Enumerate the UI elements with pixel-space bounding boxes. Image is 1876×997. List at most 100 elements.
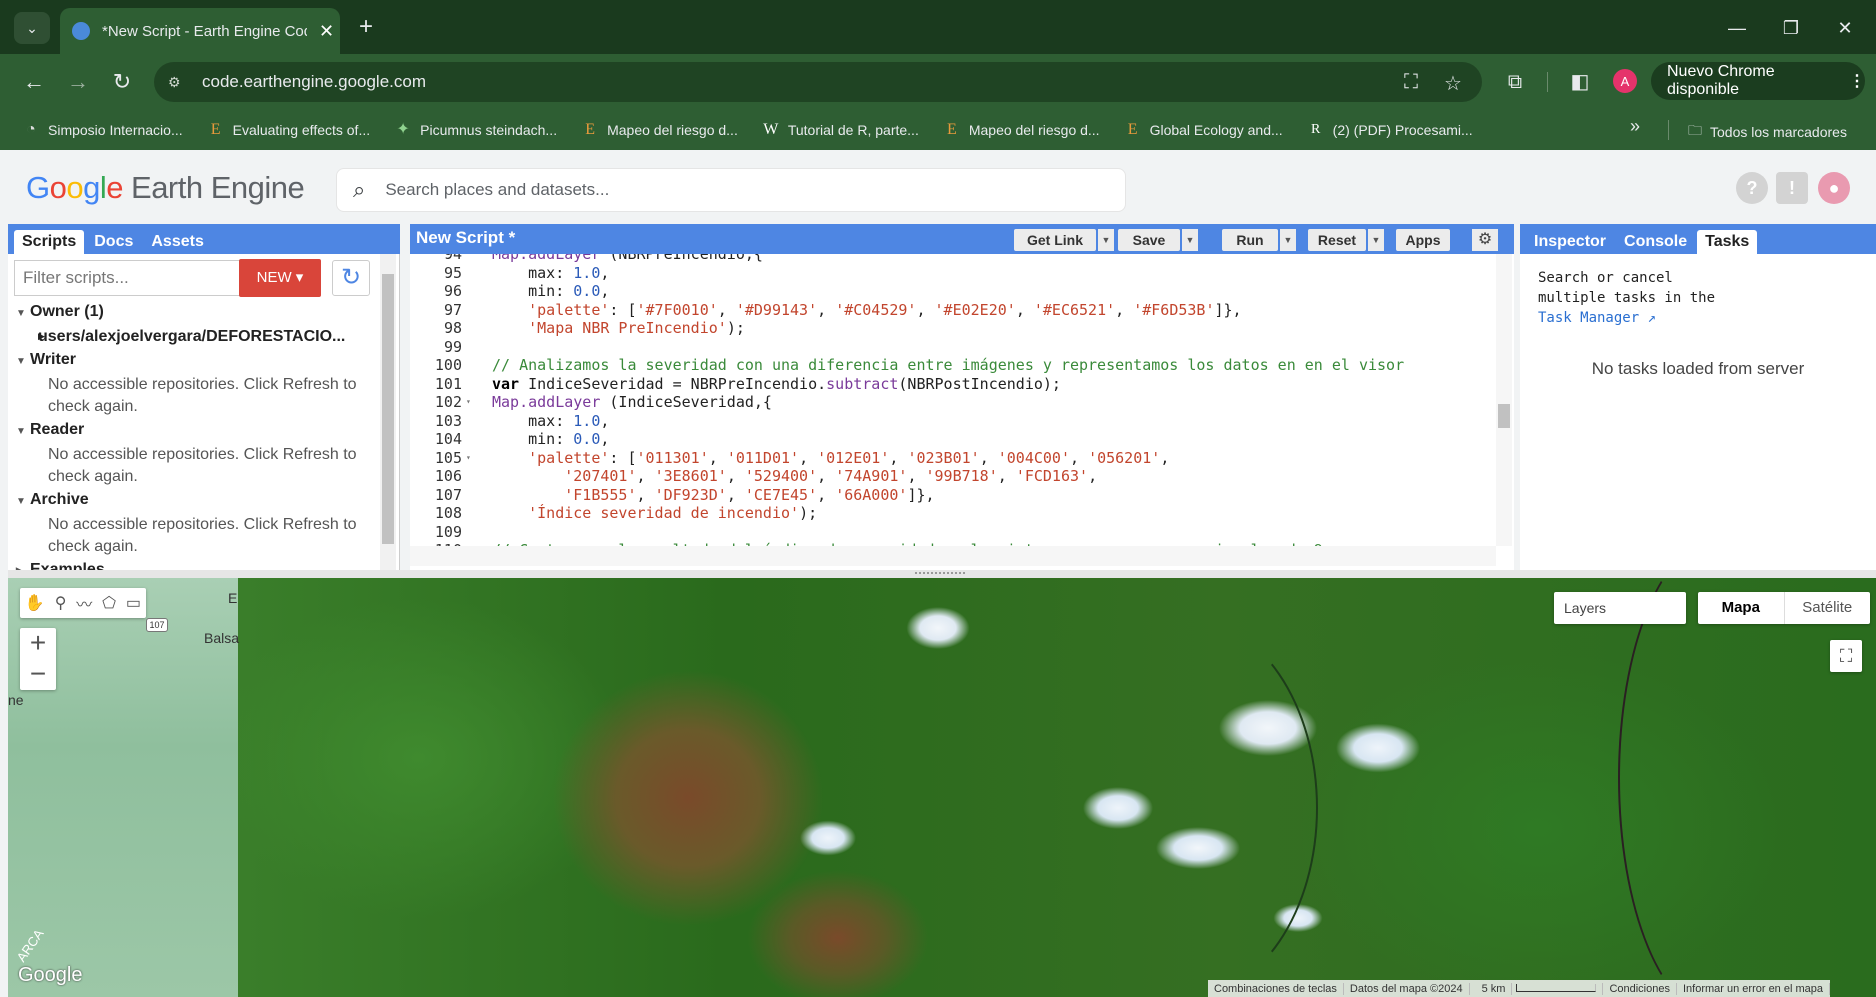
code-line[interactable]: 97 'palette': ['#7F0010', '#D99143', '#C… xyxy=(410,301,1496,320)
run-button[interactable]: Run xyxy=(1222,229,1278,251)
caret-right-icon[interactable]: ▶ xyxy=(38,331,45,342)
bookmark-item[interactable]: E Mapeo del riesgo d... xyxy=(943,121,1100,139)
bookmark-item[interactable]: R (2) (PDF) Procesami... xyxy=(1307,121,1473,139)
tree-node[interactable]: ▼ Writer xyxy=(16,350,376,370)
code-area[interactable]: 94 Map.addLayer (NBRPreIncendio,{95 max: … xyxy=(410,254,1496,546)
fold-caret-icon[interactable]: ▾ xyxy=(466,449,476,468)
chrome-update-chip[interactable]: Nuevo Chrome disponible ⋮ xyxy=(1651,62,1865,100)
tree-node[interactable]: ▼ Archive xyxy=(16,490,376,510)
code-line[interactable]: 102 ▾ Map.addLayer (IndiceSeveridad,{ xyxy=(410,393,1496,412)
user-avatar[interactable]: ● xyxy=(1818,172,1850,204)
tab-scripts[interactable]: Scripts xyxy=(14,230,85,254)
side-panel-icon[interactable]: ◧ xyxy=(1566,68,1594,96)
map-type-satellite-button[interactable]: Satélite xyxy=(1783,592,1871,624)
profile-avatar[interactable]: A xyxy=(1613,69,1637,93)
address-bar[interactable]: ⚙ code.earthengine.google.com ⛶ ☆ xyxy=(154,62,1482,102)
extensions-icon[interactable]: ⧉ xyxy=(1501,68,1529,96)
filter-scripts-input[interactable]: Filter scripts... xyxy=(14,260,240,296)
code-line[interactable]: 101 var IndiceSeveridad = NBRPreIncendio.… xyxy=(410,375,1496,394)
report-map-error-link[interactable]: Informar un error en el mapa xyxy=(1677,982,1830,995)
hand-pan-icon[interactable]: ✋ xyxy=(25,593,45,613)
tree-node[interactable]: ▼ Owner (1) xyxy=(16,302,376,322)
earth-engine-logo[interactable]: Google Earth Engine xyxy=(26,170,305,206)
code-line[interactable]: 94 Map.addLayer (NBRPreIncendio,{ xyxy=(410,254,1496,264)
save-dropdown-icon[interactable]: ▼ xyxy=(1182,229,1198,251)
repository-item[interactable]: users/alexjoelvergara/DEFORESTACIO... xyxy=(38,326,368,348)
window-close-icon[interactable]: ✕ xyxy=(1828,14,1862,42)
fold-caret-icon[interactable]: ▾ xyxy=(466,393,476,412)
new-tab-button[interactable]: + xyxy=(352,14,380,42)
get-link-dropdown-icon[interactable]: ▼ xyxy=(1098,229,1114,251)
tab-assets[interactable]: Assets xyxy=(143,230,211,254)
reset-dropdown-icon[interactable]: ▼ xyxy=(1368,229,1384,251)
editor-horizontal-scrollbar[interactable] xyxy=(410,546,1496,566)
code-line[interactable]: 103 max: 1.0, xyxy=(410,412,1496,431)
more-menu-icon[interactable]: ⋮ xyxy=(1849,71,1865,91)
code-line[interactable]: 107 'F1B555', 'DF923D', 'CE7E45', '66A00… xyxy=(410,486,1496,505)
bookmark-item[interactable]: E Mapeo del riesgo d... xyxy=(581,121,738,139)
code-line[interactable]: 96 min: 0.0, xyxy=(410,282,1496,301)
tab-tasks[interactable]: Tasks xyxy=(1697,230,1758,254)
browser-tab-active[interactable]: *New Script - Earth Engine Cod ✕ xyxy=(60,8,340,54)
refresh-icon[interactable]: ↻ xyxy=(332,260,370,296)
help-icon[interactable]: ? xyxy=(1736,172,1768,204)
polygon-draw-icon[interactable]: ⬠ xyxy=(102,593,116,613)
caret-down-icon[interactable]: ▼ xyxy=(16,422,30,442)
reload-icon[interactable]: ↻ xyxy=(108,68,136,96)
zoom-in-button[interactable]: + xyxy=(20,628,56,659)
bookmark-item[interactable]: ✦ Picumnus steindach... xyxy=(394,121,557,139)
caret-down-icon[interactable]: ▼ xyxy=(16,304,30,324)
code-line[interactable]: 98 'Mapa NBR PreIncendio'); xyxy=(410,319,1496,338)
bookmark-item[interactable]: E Evaluating effects of... xyxy=(207,121,370,139)
restore-icon[interactable]: ❐ xyxy=(1774,14,1808,42)
code-line[interactable]: 105 ▾ 'palette': ['011301', '011D01', '01… xyxy=(410,449,1496,468)
code-line[interactable]: 106 '207401', '3E8601', '529400', '74A90… xyxy=(410,467,1496,486)
back-arrow-icon[interactable]: ← xyxy=(20,68,48,96)
bookmark-star-icon[interactable]: ☆ xyxy=(1444,71,1462,96)
tab-close-icon[interactable]: ✕ xyxy=(319,21,334,42)
code-line[interactable]: 95 max: 1.0, xyxy=(410,264,1496,283)
fullscreen-icon[interactable]: ⛶ xyxy=(1830,640,1862,672)
tab-inspector[interactable]: Inspector xyxy=(1526,230,1614,254)
reset-button[interactable]: Reset xyxy=(1308,229,1366,251)
bookmark-item[interactable]: E Global Ecology and... xyxy=(1124,121,1283,139)
scale-control[interactable]: 5 km xyxy=(1470,982,1604,995)
save-button[interactable]: Save xyxy=(1118,229,1180,251)
new-script-button[interactable]: NEW ▾ xyxy=(239,259,321,297)
code-line[interactable]: 109 xyxy=(410,523,1496,542)
site-info-icon[interactable]: ⚙ xyxy=(168,74,192,91)
apps-button[interactable]: Apps xyxy=(1396,229,1450,251)
bookmarks-overflow-button[interactable]: » xyxy=(1630,116,1640,137)
layers-button[interactable]: Layers xyxy=(1554,592,1686,624)
scripts-scrollbar[interactable] xyxy=(380,254,396,570)
translate-icon[interactable]: ⛶ xyxy=(1404,71,1418,94)
keyboard-shortcuts-link[interactable]: Combinaciones de teclas xyxy=(1208,982,1344,995)
code-line[interactable]: 100 // Analizamos la severidad con una di… xyxy=(410,356,1496,375)
feedback-icon[interactable]: ! xyxy=(1776,172,1808,204)
code-line[interactable]: 99 xyxy=(410,338,1496,357)
code-line[interactable]: 104 min: 0.0, xyxy=(410,430,1496,449)
minimize-icon[interactable]: — xyxy=(1720,14,1754,42)
line-draw-icon[interactable]: 〰 xyxy=(76,591,92,615)
forward-arrow-icon[interactable]: → xyxy=(64,68,92,96)
caret-down-icon[interactable]: ▼ xyxy=(16,492,30,512)
settings-gear-icon[interactable]: ⚙ xyxy=(1472,229,1498,251)
all-bookmarks-button[interactable]: 🗀 Todos los marcadores xyxy=(1688,120,1847,144)
get-link-button[interactable]: Get Link xyxy=(1014,229,1096,251)
zoom-out-button[interactable]: − xyxy=(20,659,56,690)
tab-search-button[interactable]: ⌄ xyxy=(14,12,50,44)
editor-vertical-scrollbar[interactable] xyxy=(1496,254,1512,546)
map-type-map-button[interactable]: Mapa xyxy=(1698,592,1784,624)
task-manager-link[interactable]: Task Manager xyxy=(1538,310,1639,326)
point-marker-icon[interactable]: ⚲ xyxy=(55,593,67,613)
tab-console[interactable]: Console xyxy=(1616,230,1695,254)
caret-down-icon[interactable]: ▼ xyxy=(16,352,30,372)
external-link-icon[interactable]: ↗ xyxy=(1648,310,1656,326)
code-line[interactable]: 108 'Índice severidad de incendio'); xyxy=(410,504,1496,523)
rectangle-draw-icon[interactable]: ▭ xyxy=(126,593,141,613)
bookmark-item[interactable]: ◔ Simposio Internacio... xyxy=(22,121,182,139)
run-dropdown-icon[interactable]: ▼ xyxy=(1280,229,1296,251)
divider-grip-icon[interactable] xyxy=(915,572,965,576)
bookmark-item[interactable]: W Tutorial de R, parte... xyxy=(762,121,919,139)
search-places-input[interactable]: ⌕ Search places and datasets... xyxy=(336,168,1126,212)
